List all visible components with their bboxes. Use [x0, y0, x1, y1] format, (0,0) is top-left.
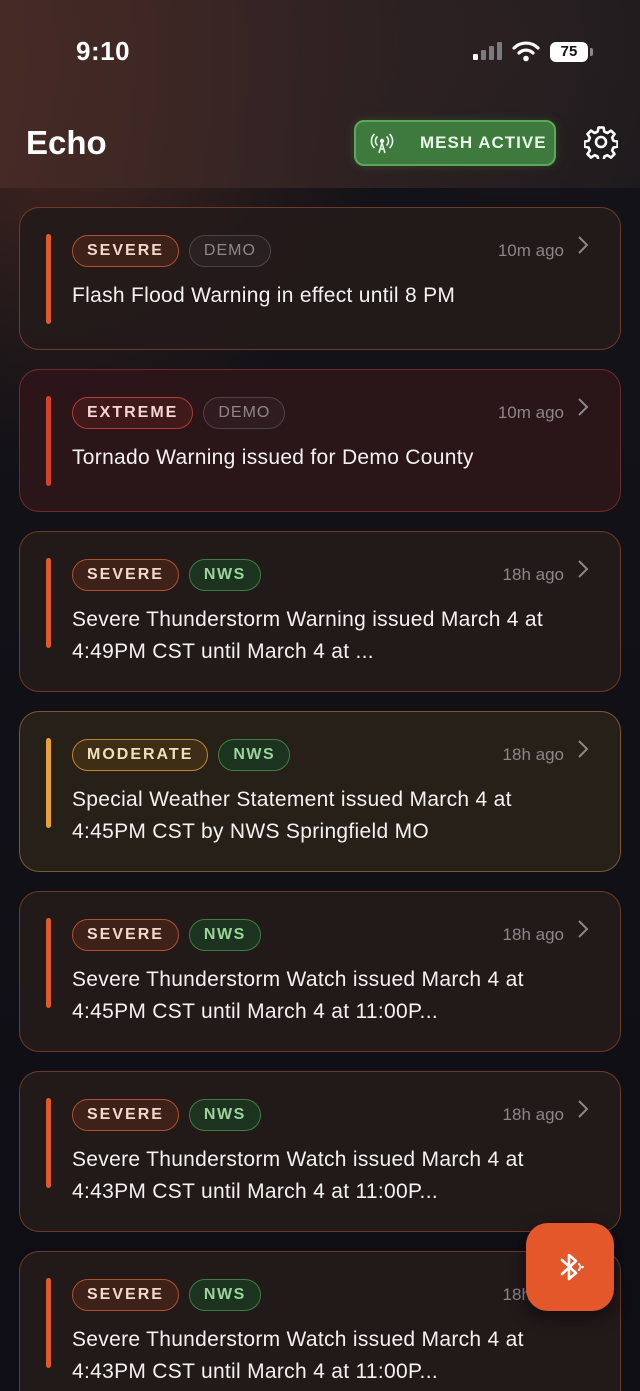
- severity-indicator: [46, 396, 51, 486]
- alert-time: 10m ago: [497, 241, 564, 260]
- severity-indicator: [46, 558, 51, 648]
- severity-badge: MODERATE: [72, 739, 209, 771]
- bluetooth-scan-button[interactable]: [526, 1223, 614, 1311]
- severity-indicator: [46, 1098, 51, 1188]
- source-badge: NWS: [218, 739, 291, 771]
- severity-indicator: [46, 234, 51, 324]
- battery-icon: 75: [550, 42, 593, 62]
- source-badge: NWS: [188, 919, 261, 951]
- source-badge: DEMO: [203, 397, 286, 429]
- app-title: Echo: [26, 124, 107, 161]
- alert-card[interactable]: EXTREME DEMO 10m ago Tornado Warning iss…: [19, 369, 621, 512]
- alert-card[interactable]: MODERATE NWS 18h ago Special Weather Sta…: [19, 711, 621, 872]
- alert-title: Severe Thunderstorm Watch issued March 4…: [72, 1328, 524, 1383]
- chevron-right-icon: [578, 560, 589, 578]
- antenna-icon: [370, 133, 394, 154]
- bluetooth-icon: [560, 1253, 584, 1281]
- alert-title: Tornado Warning issued for Demo County: [72, 446, 474, 469]
- alert-title: Special Weather Statement issued March 4…: [72, 788, 512, 843]
- source-badge: NWS: [188, 559, 261, 591]
- alert-title: Severe Thunderstorm Watch issued March 4…: [72, 1148, 524, 1203]
- alert-card[interactable]: SEVERE NWS 18h ago Severe Thunderstorm W…: [19, 531, 621, 692]
- alert-time: 18h ago: [502, 1105, 564, 1124]
- severity-badge: SEVERE: [72, 919, 179, 951]
- chevron-right-icon: [578, 236, 589, 254]
- chevron-right-icon: [578, 398, 589, 416]
- chevron-right-icon: [578, 1100, 589, 1118]
- alert-card[interactable]: SEVERE NWS 18h ago Severe Thunderstorm W…: [19, 1071, 621, 1232]
- chevron-right-icon: [578, 920, 589, 938]
- severity-indicator: [46, 1278, 51, 1368]
- app-header: Echo MESH ACTIVE: [0, 100, 640, 188]
- source-badge: NWS: [188, 1279, 261, 1311]
- alert-title: Severe Thunderstorm Warning issued March…: [72, 608, 544, 663]
- status-time: 9:10: [76, 36, 131, 66]
- alert-time: 18h ago: [502, 745, 564, 764]
- alert-time: 18h ago: [502, 565, 564, 584]
- chevron-right-icon: [578, 740, 589, 758]
- severity-badge: EXTREME: [72, 397, 194, 429]
- alert-title: Severe Thunderstorm Watch issued March 4…: [72, 968, 524, 1023]
- mesh-status-label: MESH ACTIVE: [420, 133, 547, 152]
- wifi-icon: [512, 41, 540, 62]
- alert-title: Flash Flood Warning in effect until 8 PM: [72, 284, 456, 307]
- alert-list: SEVERE DEMO 10m ago Flash Flood Warning …: [19, 207, 621, 1391]
- severity-indicator: [46, 738, 51, 828]
- severity-badge: SEVERE: [72, 235, 179, 267]
- source-badge: NWS: [188, 1099, 261, 1131]
- severity-badge: SEVERE: [72, 1279, 179, 1311]
- source-badge: DEMO: [188, 235, 271, 267]
- severity-badge: SEVERE: [72, 559, 179, 591]
- alert-card[interactable]: SEVERE DEMO 10m ago Flash Flood Warning …: [19, 207, 621, 350]
- alert-card[interactable]: SEVERE NWS 18h ago Severe Thunderstorm W…: [19, 891, 621, 1052]
- gear-icon[interactable]: [584, 125, 618, 159]
- cellular-signal-icon: [473, 42, 502, 60]
- alert-time: 10m ago: [497, 403, 564, 422]
- mesh-status-button[interactable]: MESH ACTIVE: [354, 120, 556, 166]
- alert-time: 18h ago: [502, 925, 564, 944]
- severity-indicator: [46, 918, 51, 1008]
- status-bar: 9:10 75: [0, 0, 640, 100]
- severity-badge: SEVERE: [72, 1099, 179, 1131]
